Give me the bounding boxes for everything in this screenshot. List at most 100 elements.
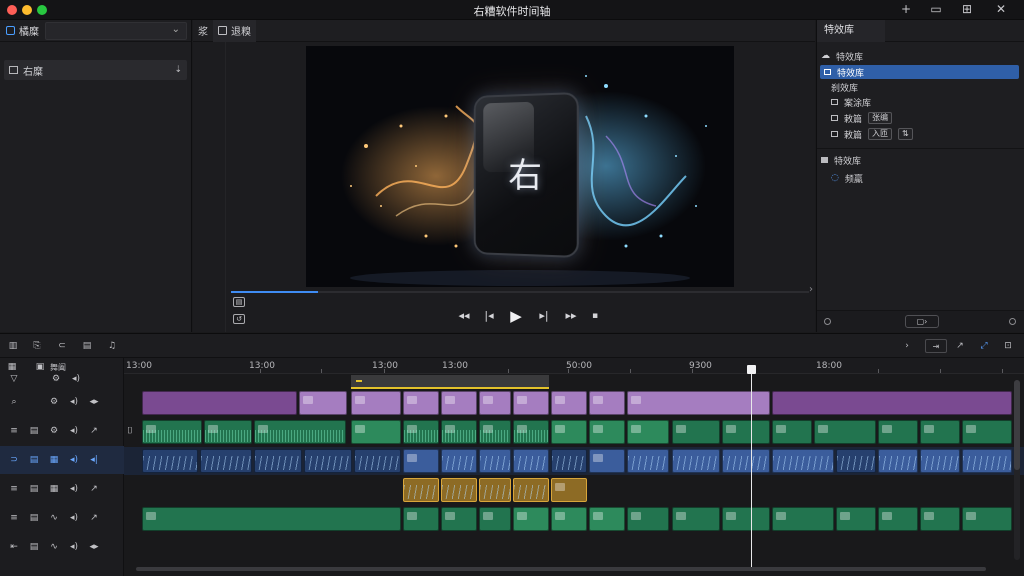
effect-item-5-pill2[interactable]: ⇅ — [898, 128, 913, 140]
video-clip[interactable] — [772, 449, 834, 473]
link-icon[interactable]: ⊂ — [55, 339, 69, 353]
waveform-icon[interactable]: ∿ — [48, 513, 60, 523]
sort-down-icon[interactable]: ⇣ — [174, 65, 182, 75]
chevron-right-icon[interactable]: › — [900, 339, 914, 353]
timeline-vertical-scroll-thumb[interactable] — [1014, 380, 1020, 470]
title-clip[interactable] — [403, 391, 439, 415]
title-clip[interactable] — [513, 391, 549, 415]
effect-item-4[interactable]: 敕篇 张编 — [831, 111, 893, 125]
audio-clip[interactable] — [142, 420, 202, 444]
fullscreen-icon[interactable]: ⊡ — [1001, 339, 1015, 353]
flag-icon[interactable]: ◂| — [88, 455, 100, 465]
audio-clip[interactable] — [351, 420, 401, 444]
audio-clip[interactable] — [589, 507, 625, 531]
title-clip[interactable] — [299, 391, 347, 415]
trim-icon[interactable]: ⇤ — [8, 542, 20, 552]
title-clip[interactable] — [142, 391, 297, 415]
volume-icon[interactable]: ◂) — [68, 455, 80, 465]
audio-clip[interactable] — [551, 507, 587, 531]
effects-section-header[interactable]: ☁ 特效库 — [821, 49, 863, 63]
media-icon[interactable]: ▥ — [6, 339, 20, 353]
view-options-button[interactable]: ▤ — [233, 297, 245, 307]
video-clip[interactable] — [403, 449, 439, 473]
effect-item-5[interactable]: 敕篇 入匝 ⇅ — [831, 127, 913, 141]
layout-icon[interactable]: ⊞ — [954, 1, 980, 18]
video-clip[interactable] — [304, 449, 352, 473]
video-clip[interactable] — [962, 449, 1012, 473]
play-icon[interactable]: ▶ — [508, 308, 524, 324]
waveform-icon[interactable]: ∿ — [48, 542, 60, 552]
audio-clip[interactable] — [772, 507, 834, 531]
tab-viewer[interactable]: 退糗 — [213, 19, 256, 42]
sliders-icon[interactable]: ⚙ — [48, 426, 60, 436]
audio-clip[interactable] — [722, 420, 770, 444]
volume-icon[interactable]: ◂) — [68, 397, 80, 407]
video-preview[interactable]: 右 — [306, 46, 734, 287]
film-icon[interactable]: ▤ — [28, 513, 40, 523]
track-header-5[interactable]: ≡ ▤ ∿ ◂) ↗ — [0, 504, 124, 532]
volume-icon[interactable]: ◂) — [68, 542, 80, 552]
view-mode-button[interactable]: ▢› — [905, 315, 939, 328]
audio-clip[interactable] — [878, 420, 918, 444]
audio-clip[interactable] — [672, 420, 720, 444]
film-icon[interactable]: ▤ — [28, 426, 40, 436]
audio-clip[interactable] — [441, 420, 477, 444]
audio-clip[interactable] — [836, 507, 876, 531]
audio-clip[interactable] — [254, 420, 346, 444]
panel-icon[interactable]: ▭ — [923, 1, 949, 18]
title-clip[interactable] — [551, 391, 587, 415]
playhead-handle[interactable] — [747, 365, 756, 374]
video-clip[interactable] — [254, 449, 302, 473]
effect-item-2[interactable]: 刹效库 — [831, 80, 858, 94]
audio-clip[interactable] — [962, 420, 1012, 444]
audio-icon[interactable]: ◂) — [70, 374, 82, 384]
settings-icon[interactable]: ⚙ — [50, 374, 62, 384]
audio-clip[interactable] — [441, 507, 477, 531]
playback-progress-bar[interactable]: › — [231, 284, 813, 295]
video-clip[interactable] — [878, 449, 918, 473]
menu-icon[interactable]: ≡ — [8, 426, 20, 436]
tab-library[interactable]: 橘糜 — [0, 20, 45, 42]
grid-icon[interactable]: ▦ — [48, 455, 60, 465]
title-clip[interactable] — [351, 391, 401, 415]
chevron-right-icon[interactable]: › — [809, 284, 813, 295]
folder-icon[interactable]: ▤ — [80, 339, 94, 353]
effect-item-4-pill[interactable]: 张编 — [868, 112, 893, 124]
video-clip[interactable] — [513, 449, 549, 473]
audio-clip[interactable] — [479, 507, 511, 531]
step-forward-icon[interactable]: ▸| — [538, 308, 550, 324]
effect-clip[interactable] — [441, 478, 477, 502]
effects-section2-header[interactable]: 特效库 — [821, 153, 861, 167]
menu-icon[interactable]: ≡ — [8, 484, 20, 494]
timeline-horizontal-scroll-thumb[interactable] — [136, 567, 986, 571]
menu-icon[interactable]: ≡ — [8, 513, 20, 523]
audio-clip[interactable] — [878, 507, 918, 531]
audio-icon[interactable]: ♫ — [105, 339, 119, 353]
step-back-icon[interactable]: |◂ — [483, 308, 495, 324]
effect-item-3[interactable]: 案涂库 — [831, 95, 871, 109]
film-icon[interactable]: ▤ — [28, 484, 40, 494]
rewind-icon[interactable]: ◂◂ — [457, 308, 471, 324]
audio-clip[interactable] — [814, 420, 876, 444]
fast-forward-icon[interactable]: ▸▸ — [563, 308, 579, 324]
effect-clip[interactable] — [513, 478, 549, 502]
library-select[interactable]: ⌄ — [45, 21, 187, 40]
audio-clip[interactable] — [403, 420, 439, 444]
video-clip[interactable] — [142, 449, 198, 473]
film-icon[interactable]: ▤ — [28, 542, 40, 552]
audio-clip[interactable] — [513, 507, 549, 531]
audio-clip[interactable] — [627, 507, 669, 531]
add-icon[interactable]: + — [893, 1, 919, 18]
stop-icon[interactable]: ▪ — [590, 308, 600, 324]
track-header-2[interactable]: ≡ ▤ ⚙ ◂) ↗ ⌷ — [0, 417, 132, 445]
volume-icon[interactable]: ◂) — [68, 426, 80, 436]
video-clip[interactable] — [200, 449, 252, 473]
audio-clip[interactable] — [403, 507, 439, 531]
next-icon[interactable] — [1009, 318, 1016, 325]
audio-clip[interactable] — [204, 420, 252, 444]
effect-clip[interactable] — [551, 478, 587, 502]
title-clip[interactable] — [627, 391, 770, 415]
link-icon[interactable]: ↗ — [88, 513, 100, 523]
video-clip[interactable] — [672, 449, 720, 473]
audio-clip[interactable] — [589, 420, 625, 444]
